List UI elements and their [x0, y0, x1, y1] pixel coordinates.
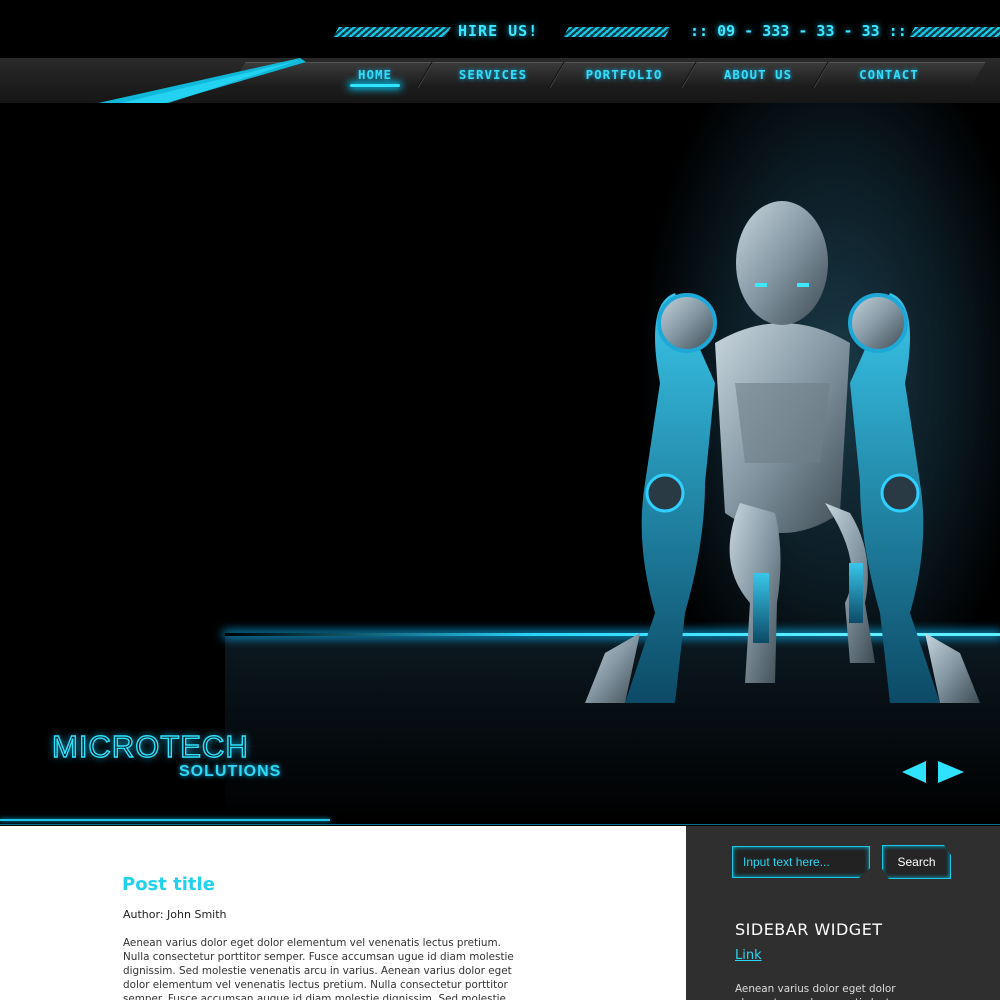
nav-active-indicator — [350, 84, 400, 87]
robot-illustration — [585, 201, 980, 703]
brand-logo: MICROTECH SOLUTIONS — [51, 728, 280, 780]
search-input[interactable] — [732, 846, 870, 878]
phone-number: :: 09 - 333 - 33 - 33 :: — [690, 22, 907, 40]
brand-tagline: SOLUTIONS — [179, 763, 282, 780]
decorative-stripe — [333, 27, 451, 37]
main-content: Post title Author: John Smith Aenean var… — [0, 826, 686, 1000]
post-author: Author: John Smith — [123, 908, 227, 921]
post-body: Aenean varius dolor eget dolor elementum… — [123, 937, 514, 1000]
top-bar: HIRE US! :: 09 - 333 - 33 - 33 :: — [0, 0, 1000, 58]
search-button[interactable]: Search — [882, 845, 951, 879]
nav-item-portfolio[interactable]: PORTFOLIO — [566, 62, 682, 88]
decorative-stripe — [909, 27, 1000, 37]
hero-bottom-border — [0, 824, 1000, 825]
sidebar: Search SIDEBAR WIDGET Link Aenean varius… — [686, 826, 1000, 1000]
decorative-stripe — [563, 27, 671, 37]
triangle-left-icon[interactable] — [902, 761, 926, 783]
triangle-right-icon[interactable] — [938, 761, 964, 783]
nav-item-services[interactable]: SERVICES — [436, 62, 550, 88]
brand-name: MICROTECH — [51, 728, 249, 764]
nav-item-about-us[interactable]: ABOUT US — [698, 62, 818, 88]
hero-banner: MICROTECH SOLUTIONS — [0, 103, 1000, 823]
post-title[interactable]: Post title — [122, 874, 215, 895]
slider-arrows — [902, 761, 964, 783]
nav-item-contact[interactable]: CONTACT — [830, 62, 948, 88]
hire-us-link[interactable]: HIRE US! — [458, 22, 538, 40]
hero-accent-line — [0, 819, 330, 821]
widget-link[interactable]: Link — [735, 948, 762, 963]
widget-text: Aenean varius dolor eget dolor elementum… — [735, 983, 902, 1000]
widget-title: SIDEBAR WIDGET — [735, 920, 883, 939]
